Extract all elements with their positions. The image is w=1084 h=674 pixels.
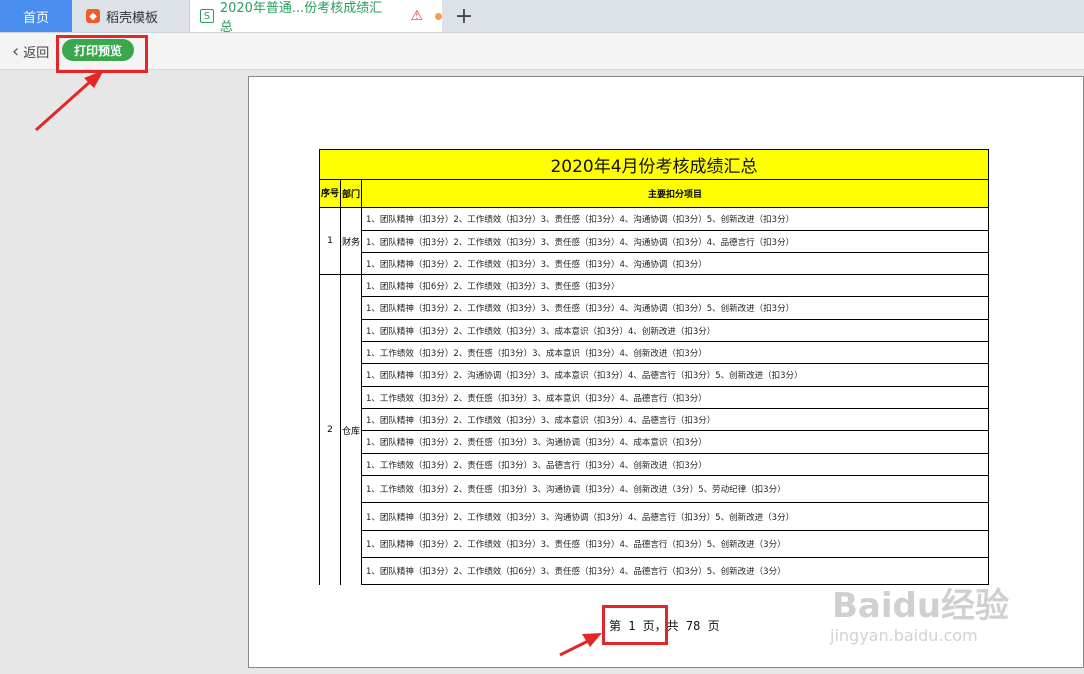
toolbar: ‹ 返回 打印预览 [0, 33, 1084, 70]
tab-templates-label: 稻壳模板 [106, 10, 159, 26]
table-row: 1、团队精神（扣6分）2、工作绩效（扣3分）3、责任感（扣3分） [362, 275, 989, 297]
back-label: 返回 [23, 46, 50, 61]
score-table: 2020年4月份考核成绩汇总 序号 部门 主要扣分项目 1 财务 1、团队精神（… [319, 149, 989, 585]
tab-templates[interactable]: ◆ 稻壳模板 [72, 0, 190, 32]
table-row: 1、团队精神（扣3分）2、工作绩效（扣3分）3、责任感（扣3分）4、沟通协调（扣… [362, 253, 989, 274]
new-tab-button[interactable]: + [452, 0, 476, 32]
daoke-logo-icon: ◆ [86, 9, 100, 23]
table-row: 1、团队精神（扣3分）2、工作绩效（扣3分）3、责任感（扣3分）4、沟通协调（扣… [362, 208, 989, 231]
table-row: 1、工作绩效（扣3分）2、责任感（扣3分）3、成本意识（扣3分）4、创新改进（扣… [362, 342, 989, 364]
group-seq: 1 [320, 208, 341, 274]
table-header: 序号 部门 主要扣分项目 [319, 180, 989, 208]
table-row: 1、工作绩效（扣3分）2、责任感（扣3分）3、成本意识（扣3分）4、品德言行（扣… [362, 387, 989, 409]
table-row: 1、团队精神（扣3分）2、工作绩效（扣3分）3、责任感（扣3分）4、品德言行（扣… [362, 531, 989, 558]
highlight-box [602, 605, 668, 645]
tab-bar: 首页 ◆ 稻壳模板 S 2020年普通...份考核成绩汇总 ⚠ + [0, 0, 1084, 35]
table-row: 1、团队精神（扣3分）2、工作绩效（扣3分）3、成本意识（扣3分）4、创新改进（… [362, 320, 989, 342]
group-dept: 仓库 [341, 275, 362, 585]
group-dept: 财务 [341, 208, 362, 274]
table-row: 1、团队精神（扣3分）2、工作绩效（扣3分）3、责任感（扣3分）4、沟通协调（扣… [362, 297, 989, 320]
table-row: 1、团队精神（扣3分）2、工作绩效（扣3分）3、沟通协调（扣3分）4、品德言行（… [362, 503, 989, 531]
tab-home-label: 首页 [22, 10, 49, 26]
table-row: 1、工作绩效（扣3分）2、责任感（扣3分）3、沟通协调（扣3分）4、创新改进（3… [362, 476, 989, 503]
table-row: 1、团队精神（扣3分）2、沟通协调（扣3分）3、成本意识（扣3分）4、品德言行（… [362, 364, 989, 387]
tab-document[interactable]: S 2020年普通...份考核成绩汇总 ⚠ [190, 0, 442, 35]
plus-icon: + [454, 3, 474, 29]
col-items-header: 主要扣分项目 [647, 190, 702, 200]
group-row: 1 财务 1、团队精神（扣3分）2、工作绩效（扣3分）3、责任感（扣3分）4、沟… [319, 208, 989, 275]
warning-icon[interactable]: ⚠ [411, 8, 424, 24]
highlight-box [56, 35, 148, 73]
table-row: 1、团队精神（扣3分）2、工作绩效（扣3分）3、责任感（扣3分）4、沟通协调（扣… [362, 231, 989, 253]
chevron-left-icon: ‹ [12, 41, 20, 62]
spreadsheet-icon: S [200, 9, 214, 23]
group-items: 1、团队精神（扣6分）2、工作绩效（扣3分）3、责任感（扣3分） 1、团队精神（… [362, 275, 989, 585]
table-title: 2020年4月份考核成绩汇总 [319, 149, 989, 180]
col-dept-header: 部门 [341, 180, 362, 207]
unsaved-dot-icon [435, 12, 442, 20]
table-row: 1、团队精神（扣3分）2、工作绩效（扣3分）3、成本意识（扣3分）4、品德言行（… [362, 409, 989, 431]
tab-document-label: 2020年普通...份考核成绩汇总 [219, 1, 383, 35]
tab-home[interactable]: 首页 [0, 0, 72, 32]
group-seq: 2 [320, 275, 341, 585]
table-row: 1、团队精神（扣3分）2、责任感（扣3分）3、沟通协调（扣3分）4、成本意识（扣… [362, 431, 989, 454]
table-row: 1、工作绩效（扣3分）2、责任感（扣3分）3、品德言行（扣3分）4、创新改进（扣… [362, 454, 989, 476]
back-button[interactable]: ‹ 返回 [12, 41, 49, 62]
watermark-url: jingyan.baidu.com [830, 626, 978, 645]
watermark-logo: Baidu经验 [832, 586, 1010, 626]
col-seq-header: 序号 [320, 180, 341, 207]
group-items: 1、团队精神（扣3分）2、工作绩效（扣3分）3、责任感（扣3分）4、沟通协调（扣… [362, 208, 989, 274]
group-row: 2 仓库 1、团队精神（扣6分）2、工作绩效（扣3分）3、责任感（扣3分） 1、… [319, 275, 989, 585]
